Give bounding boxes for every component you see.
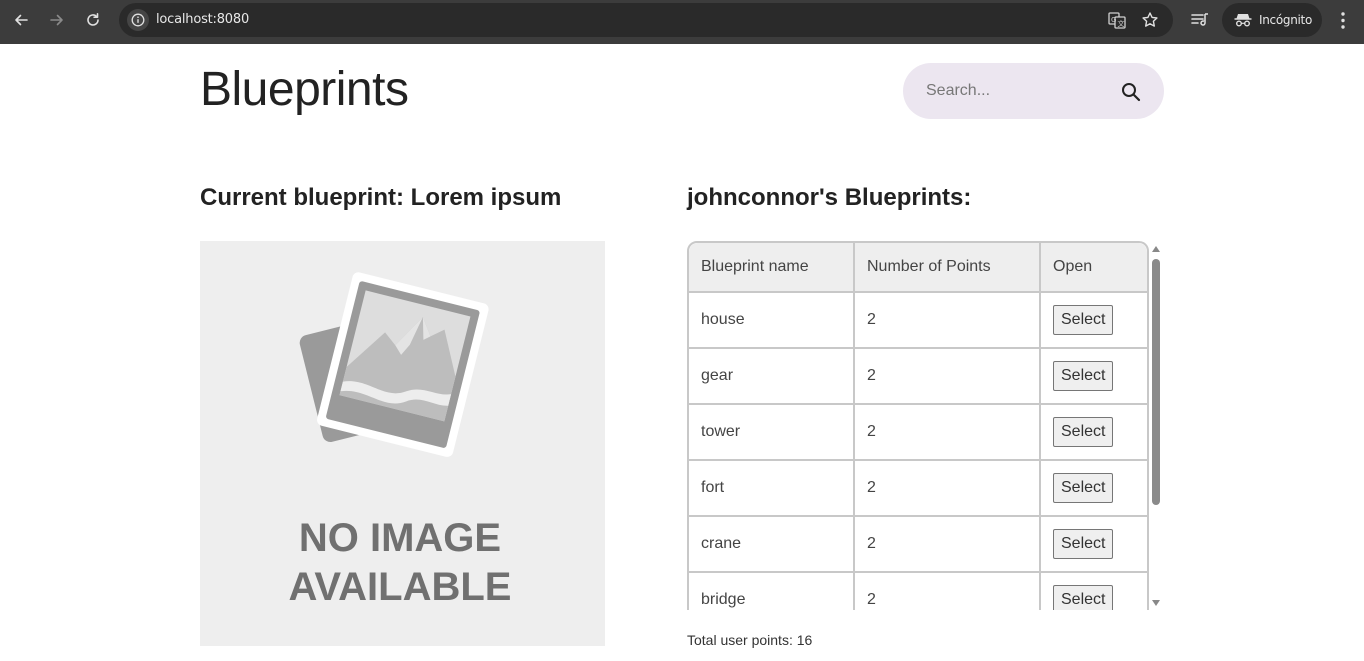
column-header-points: Number of Points: [855, 243, 1041, 293]
open-cell: Select: [1041, 293, 1147, 349]
blueprint-name-cell: fort: [689, 461, 855, 517]
search-bar[interactable]: [903, 63, 1164, 119]
current-blueprint-heading: Current blueprint: Lorem ipsum: [200, 184, 562, 211]
points-cell: 2: [855, 405, 1041, 461]
table-row: tower 2 Select: [689, 405, 1147, 461]
open-cell: Select: [1041, 405, 1147, 461]
blueprints-table: Blueprint name Number of Points Open hou…: [687, 241, 1149, 610]
table-row: crane 2 Select: [689, 517, 1147, 573]
open-cell: Select: [1041, 573, 1147, 610]
points-cell: 2: [855, 293, 1041, 349]
column-header-open: Open: [1041, 243, 1147, 293]
profile-label: Incógnito: [1259, 13, 1312, 27]
page-title: Blueprints: [200, 63, 409, 116]
blueprint-name-cell: house: [689, 293, 855, 349]
select-crane-button[interactable]: Select: [1053, 529, 1114, 559]
back-arrow-icon[interactable]: [10, 9, 32, 31]
translate-icon[interactable]: G文: [1108, 11, 1126, 29]
blueprint-canvas-placeholder: NO IMAGE AVAILABLE: [200, 241, 605, 646]
no-image-photo-icon: [299, 272, 489, 457]
scroll-up-arrow-icon[interactable]: [1152, 246, 1160, 252]
total-user-points: Total user points: 16: [687, 632, 813, 648]
reload-icon[interactable]: [82, 9, 104, 31]
open-cell: Select: [1041, 461, 1147, 517]
select-fort-button[interactable]: Select: [1053, 473, 1114, 503]
blueprint-name-cell: gear: [689, 349, 855, 405]
scroll-down-arrow-icon[interactable]: [1152, 600, 1160, 606]
table-row: fort 2 Select: [689, 461, 1147, 517]
blueprint-name-cell: tower: [689, 405, 855, 461]
incognito-profile-button[interactable]: Incógnito: [1222, 3, 1322, 37]
scrollbar-thumb[interactable]: [1152, 259, 1160, 505]
select-bridge-button[interactable]: Select: [1053, 585, 1114, 610]
browser-toolbar: localhost:8080 G文 Incógnito: [0, 0, 1364, 44]
points-cell: 2: [855, 349, 1041, 405]
table-scrollbar[interactable]: [1149, 241, 1163, 610]
select-tower-button[interactable]: Select: [1053, 417, 1114, 447]
site-info-icon[interactable]: [127, 9, 149, 31]
svg-text:G: G: [1111, 16, 1116, 24]
table-header-row: Blueprint name Number of Points Open: [689, 243, 1147, 293]
table-row: bridge 2 Select: [689, 573, 1147, 610]
points-cell: 2: [855, 573, 1041, 610]
table-row: house 2 Select: [689, 293, 1147, 349]
open-cell: Select: [1041, 517, 1147, 573]
no-image-line-2: AVAILABLE: [288, 565, 512, 609]
blueprints-table-container[interactable]: Blueprint name Number of Points Open hou…: [687, 241, 1163, 610]
open-cell: Select: [1041, 349, 1147, 405]
menu-kebab-icon[interactable]: [1336, 11, 1350, 31]
points-cell: 2: [855, 461, 1041, 517]
incognito-icon: [1234, 14, 1252, 27]
forward-arrow-icon[interactable]: [46, 9, 68, 31]
points-cell: 2: [855, 517, 1041, 573]
search-icon[interactable]: [1120, 81, 1142, 103]
blueprint-name-cell: bridge: [689, 573, 855, 610]
select-gear-button[interactable]: Select: [1053, 361, 1114, 391]
url-text[interactable]: localhost:8080: [156, 12, 249, 27]
svg-text:文: 文: [1118, 19, 1125, 28]
user-blueprints-heading: johnconnor's Blueprints:: [687, 184, 972, 211]
column-header-name: Blueprint name: [689, 243, 855, 293]
bookmark-star-icon[interactable]: [1141, 11, 1159, 29]
no-image-label: NO IMAGE AVAILABLE: [200, 514, 600, 612]
search-input[interactable]: [926, 79, 1106, 103]
no-image-line-1: NO IMAGE: [298, 516, 502, 560]
select-house-button[interactable]: Select: [1053, 305, 1114, 335]
address-bar[interactable]: localhost:8080 G文: [119, 3, 1173, 37]
table-row: gear 2 Select: [689, 349, 1147, 405]
blueprint-name-cell: crane: [689, 517, 855, 573]
tab-search-icon[interactable]: [1190, 11, 1210, 29]
